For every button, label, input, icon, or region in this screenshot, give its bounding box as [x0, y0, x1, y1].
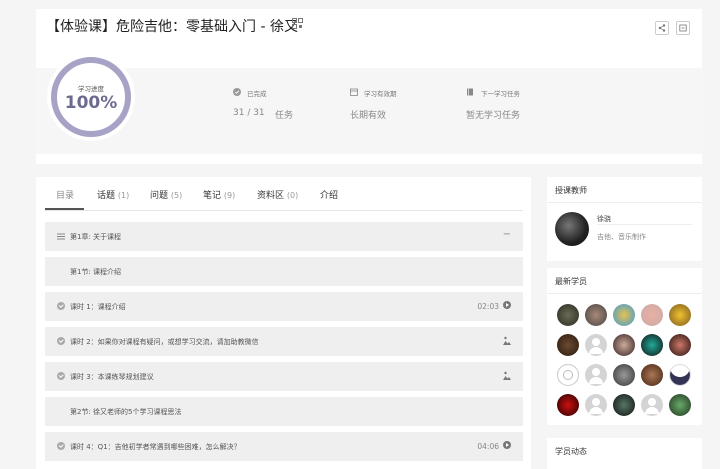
student-avatar[interactable] — [585, 334, 607, 356]
completed-check-icon — [57, 442, 65, 450]
tab-materials[interactable]: 资料区 (0) — [257, 188, 298, 201]
student-avatar[interactable] — [669, 334, 691, 356]
section-row: 第2节: 徐又老师的5个学习课程思法 — [45, 397, 523, 426]
lesson-title: 课时 3：本课练琴规划建议 — [70, 373, 154, 381]
divider — [547, 202, 702, 203]
next-task-value: 暂无学习任务 — [466, 111, 521, 121]
next-task-label: 下一学习任务 — [481, 90, 520, 98]
share-icon — [658, 24, 666, 32]
student-avatar[interactable] — [585, 304, 607, 326]
play-icon[interactable] — [503, 301, 511, 309]
student-avatar[interactable] — [557, 334, 579, 356]
course-content-panel: 目录 话题 (1) 问题 (5) 笔记 (9) 资料区 (0) 介绍 第1章: … — [36, 177, 531, 469]
tab-questions[interactable]: 问题 (5) — [150, 188, 182, 201]
student-avatar[interactable] — [669, 304, 691, 326]
completed-check-icon — [57, 372, 65, 380]
completed-check-icon — [57, 302, 65, 310]
lesson-row[interactable]: 课时 1：课程介绍 02:03 — [45, 292, 523, 321]
list-icon — [57, 233, 65, 240]
validity-label: 学习有效期 — [364, 90, 397, 98]
student-avatar[interactable] — [641, 394, 663, 416]
progress-label: 学习进度 — [78, 85, 104, 93]
divider — [547, 293, 702, 294]
book-icon — [467, 88, 473, 96]
latest-students-card: 最新学员 — [547, 268, 702, 425]
tab-intro[interactable]: 介绍 — [320, 188, 338, 201]
teacher-name[interactable]: 徐骁 — [597, 214, 611, 224]
student-avatar[interactable] — [613, 304, 635, 326]
student-avatar[interactable] — [613, 394, 635, 416]
lesson-row[interactable]: 课时 4：Q1：吉他初学者常遇到哪些困难，怎么解决？ 04:06 — [45, 432, 523, 461]
tab-catalog[interactable]: 目录 — [56, 188, 74, 201]
student-avatar[interactable] — [557, 364, 579, 386]
student-avatar[interactable] — [557, 394, 579, 416]
course-title: 【体验课】危险吉他：零基础入门 - 徐又 — [46, 19, 298, 35]
lesson-duration: 02:03 — [477, 302, 499, 311]
student-avatar[interactable] — [585, 394, 607, 416]
student-avatar[interactable] — [641, 334, 663, 356]
tab-topics[interactable]: 话题 (1) — [97, 188, 129, 201]
completed-label: 已完成 — [247, 90, 267, 98]
students-card-title: 最新学员 — [555, 277, 587, 286]
calendar-icon — [350, 88, 358, 96]
section-row: 第1节: 课程介绍 — [45, 257, 523, 286]
tab-bar: 目录 话题 (1) 问题 (5) 笔记 (9) 资料区 (0) 介绍 — [45, 177, 523, 211]
activity-card-title: 学员动态 — [555, 447, 587, 456]
student-avatar[interactable] — [557, 304, 579, 326]
collapse-icon[interactable]: − — [503, 229, 511, 240]
lesson-row[interactable]: 课时 3：本课练琴规划建议 — [45, 362, 523, 391]
check-circle-icon — [233, 88, 241, 96]
image-doc-icon[interactable] — [503, 336, 511, 345]
lesson-title: 课时 2：如果你对课程有疑问，或想学习交流，请加助教微信 — [70, 338, 259, 346]
share-button[interactable] — [655, 21, 669, 35]
student-activity-card: 学员动态 — [547, 438, 702, 469]
completed-unit: 任务 — [275, 111, 294, 121]
teacher-avatar[interactable] — [555, 212, 589, 246]
exit-button[interactable] — [676, 21, 690, 35]
student-avatar[interactable] — [641, 364, 663, 386]
lesson-title: 课时 1：课程介绍 — [70, 303, 126, 311]
qr-code-icon[interactable] — [292, 18, 303, 29]
image-doc-icon[interactable] — [503, 371, 511, 380]
divider — [597, 224, 692, 225]
completed-check-icon — [57, 337, 65, 345]
completed-count: 31 / 31 — [233, 108, 265, 118]
chapter-row[interactable]: 第1章: 关于课程 − — [45, 222, 523, 251]
lesson-duration: 04:06 — [477, 442, 499, 451]
teacher-card: 授课教师 徐骁 吉他、音乐制作 — [547, 177, 702, 261]
student-avatar[interactable] — [669, 394, 691, 416]
student-avatar[interactable] — [585, 364, 607, 386]
student-avatar[interactable] — [641, 304, 663, 326]
student-avatar[interactable] — [613, 334, 635, 356]
lesson-row[interactable]: 课时 2：如果你对课程有疑问，或想学习交流，请加助教微信 — [45, 327, 523, 356]
student-avatar[interactable] — [613, 364, 635, 386]
student-avatar[interactable] — [669, 364, 691, 386]
tab-notes[interactable]: 笔记 (9) — [203, 188, 235, 201]
progress-value: 100% — [64, 93, 118, 113]
section-title: 第1节: 课程介绍 — [70, 268, 122, 276]
active-tab-indicator — [45, 208, 84, 210]
play-icon[interactable] — [503, 441, 511, 449]
exit-icon — [679, 24, 687, 32]
chapter-title: 第1章: 关于课程 — [70, 233, 122, 241]
teacher-description: 吉他、音乐制作 — [597, 233, 646, 241]
section-title: 第2节: 徐又老师的5个学习课程思法 — [70, 408, 182, 416]
teacher-card-title: 授课教师 — [555, 186, 587, 195]
validity-value: 长期有效 — [350, 111, 387, 121]
lesson-title: 课时 4：Q1：吉他初学者常遇到哪些困难，怎么解决？ — [70, 443, 241, 451]
